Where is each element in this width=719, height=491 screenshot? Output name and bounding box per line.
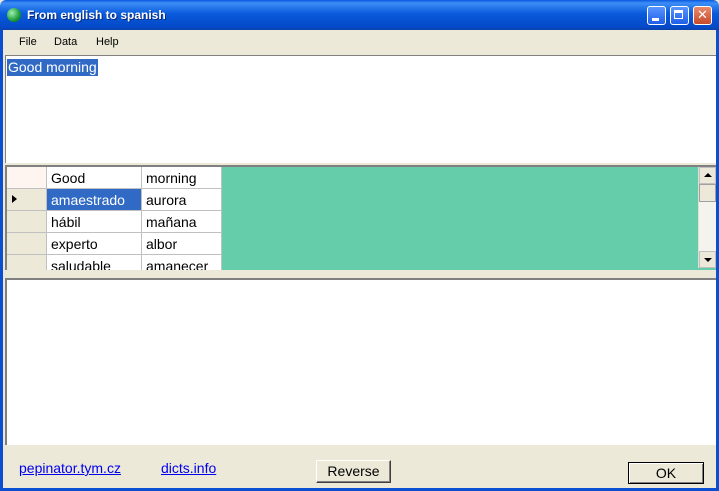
reverse-button[interactable]: Reverse xyxy=(316,460,391,483)
source-text: Good morning xyxy=(7,59,98,76)
grid-row[interactable]: hábil mañana xyxy=(7,210,222,233)
translation-grid[interactable]: Good morning amaestrado aurora hábil mañ… xyxy=(5,165,716,270)
close-button[interactable]: ✕ xyxy=(693,6,712,25)
translation-table: Good morning amaestrado aurora hábil mañ… xyxy=(7,167,222,270)
grid-cell-selected[interactable]: amaestrado xyxy=(46,188,142,211)
grid-vertical-scrollbar[interactable] xyxy=(698,167,716,268)
menu-help[interactable]: Help xyxy=(96,36,119,48)
grid-cell[interactable]: saludable xyxy=(46,254,142,270)
scroll-up-button[interactable] xyxy=(699,167,716,184)
translation-output-area[interactable] xyxy=(5,278,716,445)
grid-corner xyxy=(7,167,47,189)
row-indicator[interactable] xyxy=(7,232,47,255)
source-text-area[interactable]: Good morning xyxy=(5,55,716,163)
link-dicts-info[interactable]: dicts.info xyxy=(161,460,216,476)
ok-button[interactable]: OK xyxy=(628,462,704,484)
grid-row[interactable]: amaestrado aurora xyxy=(7,188,222,211)
menu-bar: File Data Help xyxy=(3,30,716,53)
scroll-up-arrow-icon xyxy=(704,173,712,177)
grid-cell[interactable]: mañana xyxy=(141,210,222,233)
row-indicator[interactable] xyxy=(7,188,47,211)
scroll-down-button[interactable] xyxy=(699,251,716,268)
grid-row[interactable]: experto albor xyxy=(7,232,222,255)
scroll-thumb[interactable] xyxy=(699,184,716,202)
minimize-icon xyxy=(652,18,659,21)
grid-cell[interactable]: aurora xyxy=(141,188,222,211)
maximize-button[interactable] xyxy=(670,6,689,25)
column-header[interactable]: Good xyxy=(46,167,142,189)
column-header[interactable]: morning xyxy=(141,167,222,189)
row-indicator[interactable] xyxy=(7,210,47,233)
minimize-button[interactable] xyxy=(647,6,666,25)
menu-data[interactable]: Data xyxy=(54,36,77,48)
current-row-arrow-icon xyxy=(12,195,17,203)
grid-cell[interactable]: albor xyxy=(141,232,222,255)
maximize-icon xyxy=(674,10,683,19)
grid-row[interactable]: saludable amanecer xyxy=(7,254,222,270)
close-icon: ✕ xyxy=(697,8,708,23)
title-bar: From english to spanish ✕ xyxy=(0,0,719,30)
window-title: From english to spanish xyxy=(27,8,166,22)
window-frame-left xyxy=(0,30,3,491)
grid-cell[interactable]: amanecer xyxy=(141,254,222,270)
grid-cell[interactable]: hábil xyxy=(46,210,142,233)
grid-cell[interactable]: experto xyxy=(46,232,142,255)
scroll-down-arrow-icon xyxy=(704,258,712,262)
link-pepinator[interactable]: pepinator.tym.cz xyxy=(19,460,121,476)
grid-header-row: Good morning xyxy=(7,167,222,189)
menu-file[interactable]: File xyxy=(19,36,37,48)
row-indicator[interactable] xyxy=(7,254,47,270)
globe-icon xyxy=(7,8,21,22)
